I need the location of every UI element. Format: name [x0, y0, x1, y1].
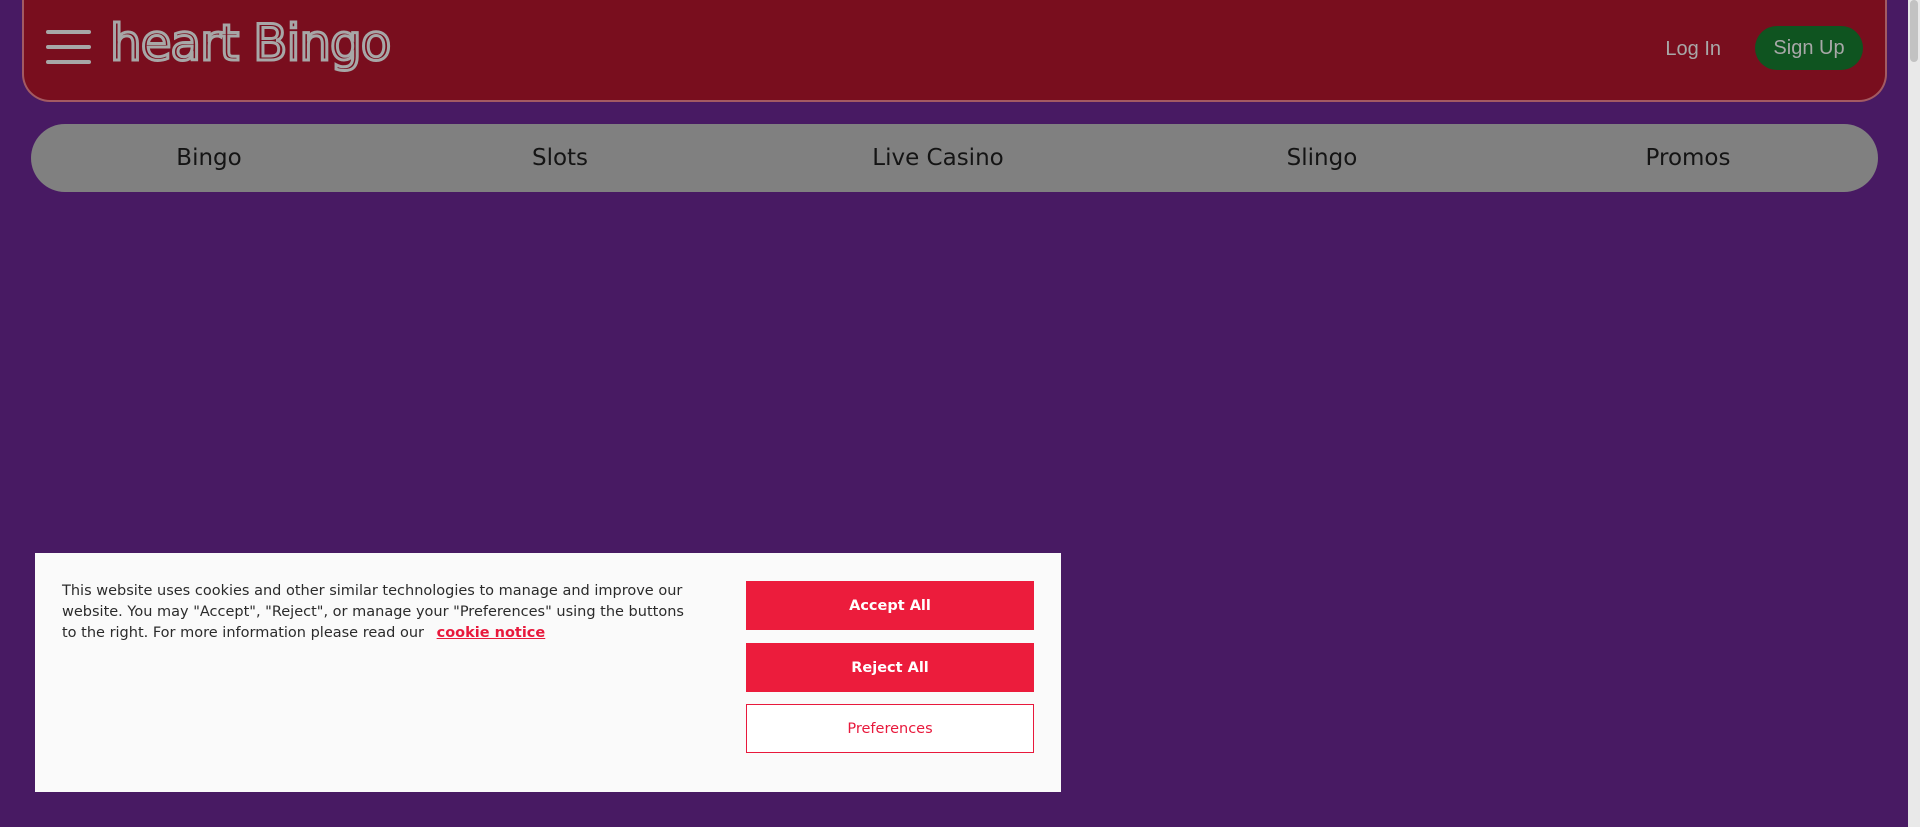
nav-item-live-casino[interactable]: Live Casino: [872, 124, 1003, 192]
preferences-button[interactable]: Preferences: [746, 704, 1034, 753]
accept-all-button[interactable]: Accept All: [746, 581, 1034, 630]
scrollbar-thumb[interactable]: [1910, 0, 1918, 62]
logo-text: heart Bingo: [110, 14, 390, 72]
site-header: heart Bingo Log In Sign Up: [22, 0, 1887, 102]
nav-item-slots[interactable]: Slots: [532, 124, 588, 192]
nav-item-bingo[interactable]: Bingo: [176, 124, 241, 192]
signup-button[interactable]: Sign Up: [1755, 26, 1863, 70]
cookie-notice-link[interactable]: cookie notice: [437, 625, 546, 641]
page-scrollbar[interactable]: [1908, 0, 1920, 827]
cookie-message: This website uses cookies and other simi…: [62, 581, 702, 644]
nav-item-slingo[interactable]: Slingo: [1287, 124, 1358, 192]
nav-item-promos[interactable]: Promos: [1646, 124, 1731, 192]
page: heart Bingo Log In Sign Up Bingo Slots L…: [0, 0, 1920, 827]
hamburger-menu-icon[interactable]: [46, 28, 91, 66]
main-nav: Bingo Slots Live Casino Slingo Promos: [31, 124, 1878, 192]
cookie-banner: This website uses cookies and other simi…: [35, 553, 1061, 792]
login-link[interactable]: Log In: [1665, 34, 1721, 64]
reject-all-button[interactable]: Reject All: [746, 643, 1034, 692]
heart-bingo-logo[interactable]: heart Bingo: [109, 13, 400, 76]
cookie-message-text: This website uses cookies and other simi…: [62, 583, 684, 641]
